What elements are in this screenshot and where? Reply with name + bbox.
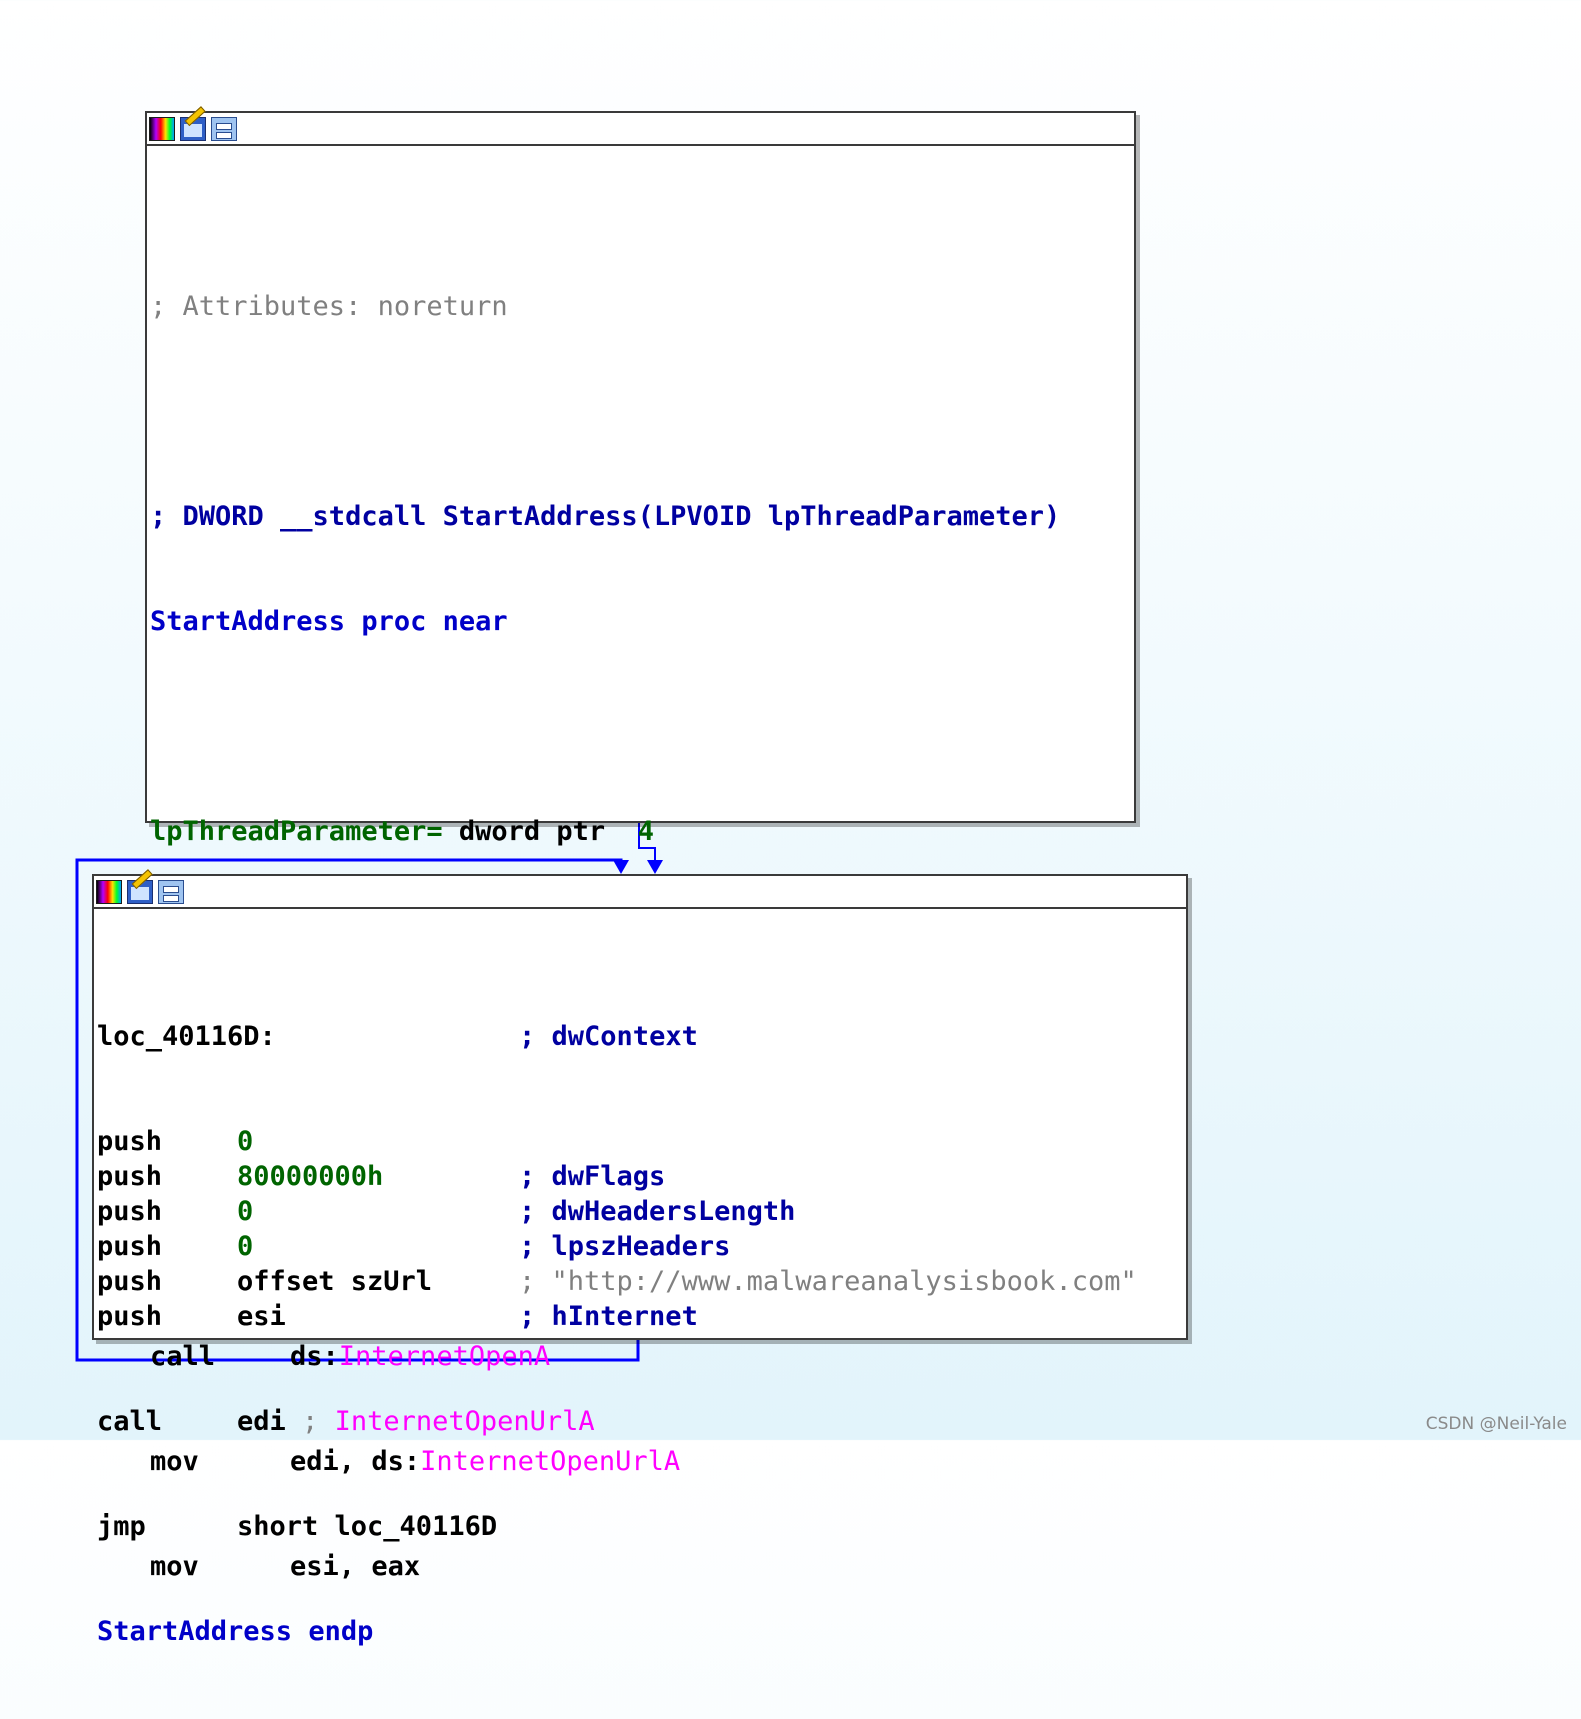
- instruction-call[interactable]: call edi ; InternetOpenUrlA: [97, 1404, 1137, 1439]
- arg-name[interactable]: lpThreadParameter=: [150, 816, 443, 847]
- mnemonic: push: [97, 1301, 163, 1332]
- arg-definition[interactable]: lpThreadParameter= dword ptr 4: [150, 814, 1060, 849]
- block-code: loc_40116D:; dwContext push 0 push 80000000…: [97, 949, 1137, 1719]
- proc-label[interactable]: StartAddress proc near: [150, 604, 1060, 639]
- operand[interactable]: offset szUrl: [237, 1264, 519, 1299]
- semicolon: ;: [302, 1406, 319, 1437]
- operand[interactable]: 0: [237, 1229, 519, 1264]
- semicolon: ;: [519, 1021, 536, 1052]
- mnemonic: push: [97, 1161, 163, 1192]
- endp-label: StartAddress endp: [97, 1616, 374, 1647]
- jump-target[interactable]: short loc_40116D: [237, 1511, 497, 1542]
- instruction-jmp[interactable]: jmp short loc_40116D: [97, 1509, 1137, 1544]
- edit-icon[interactable]: [127, 879, 153, 904]
- operand[interactable]: esi: [237, 1299, 519, 1334]
- mnemonic: call: [97, 1406, 163, 1437]
- instruction-line[interactable]: push 0: [97, 1124, 1137, 1159]
- graph-view-icon[interactable]: [211, 116, 237, 141]
- instruction-list: push 0 push 80000000h; dwFlags push 0; dwHead…: [97, 1124, 1137, 1334]
- mnemonic: push: [97, 1196, 163, 1227]
- instruction-line[interactable]: push 80000000h; dwFlags: [97, 1159, 1137, 1194]
- prototype-comment: ; DWORD __stdcall StartAddress(LPVOID lp…: [150, 499, 1060, 534]
- arg-offset: 4: [637, 816, 654, 847]
- comment: dwContext: [551, 1021, 698, 1052]
- comment: lpszHeaders: [535, 1231, 731, 1262]
- semicolon: ;: [519, 1231, 536, 1262]
- mnemonic: push: [97, 1266, 163, 1297]
- color-palette-icon[interactable]: [149, 116, 175, 141]
- prototype-text: ; DWORD __stdcall StartAddress(LPVOID lp…: [150, 501, 1061, 532]
- instruction-line[interactable]: push 0; dwHeadersLength: [97, 1194, 1137, 1229]
- comment: hInternet: [535, 1301, 698, 1332]
- attributes-comment: ; Attributes: noreturn: [150, 291, 508, 322]
- comment: dwHeadersLength: [535, 1196, 796, 1227]
- import-comment[interactable]: InternetOpenUrlA: [335, 1406, 595, 1437]
- color-palette-icon[interactable]: [96, 879, 122, 904]
- arg-type: dword ptr: [442, 816, 638, 847]
- operand[interactable]: 0: [237, 1124, 519, 1159]
- block-titlebar: [94, 876, 1186, 909]
- mnemonic: push: [97, 1126, 163, 1157]
- instruction-line[interactable]: push esi; hInternet: [97, 1299, 1137, 1334]
- mnemonic: push: [97, 1231, 163, 1262]
- block-titlebar: [147, 113, 1134, 146]
- semicolon: ;: [519, 1266, 536, 1297]
- comment: "http://www.malwareanalysisbook.com": [535, 1266, 1137, 1297]
- edit-icon[interactable]: [180, 116, 206, 141]
- code-block-loc-40116d[interactable]: loc_40116D:; dwContext push 0 push 80000000…: [92, 874, 1188, 1647]
- code-block-start-address[interactable]: ; Attributes: noreturn ; DWORD __stdcall…: [145, 111, 1136, 1582]
- semicolon: ;: [519, 1196, 536, 1227]
- watermark: CSDN @Neil-Yale: [1425, 1414, 1567, 1434]
- operand[interactable]: 80000000h: [237, 1159, 519, 1194]
- instruction-line[interactable]: push offset szUrl; "http://www.malwareana…: [97, 1264, 1137, 1299]
- loc-label-line[interactable]: loc_40116D:; dwContext: [97, 1019, 1137, 1054]
- mnemonic: jmp: [97, 1511, 146, 1542]
- semicolon: ;: [519, 1301, 536, 1332]
- graph-view-icon[interactable]: [158, 879, 184, 904]
- instruction-line[interactable]: push 0; lpszHeaders: [97, 1229, 1137, 1264]
- comment: dwFlags: [535, 1161, 666, 1192]
- semicolon: ;: [519, 1161, 536, 1192]
- loc-label[interactable]: loc_40116D:: [97, 1019, 519, 1054]
- operand[interactable]: 0: [237, 1194, 519, 1229]
- register: edi: [237, 1406, 286, 1437]
